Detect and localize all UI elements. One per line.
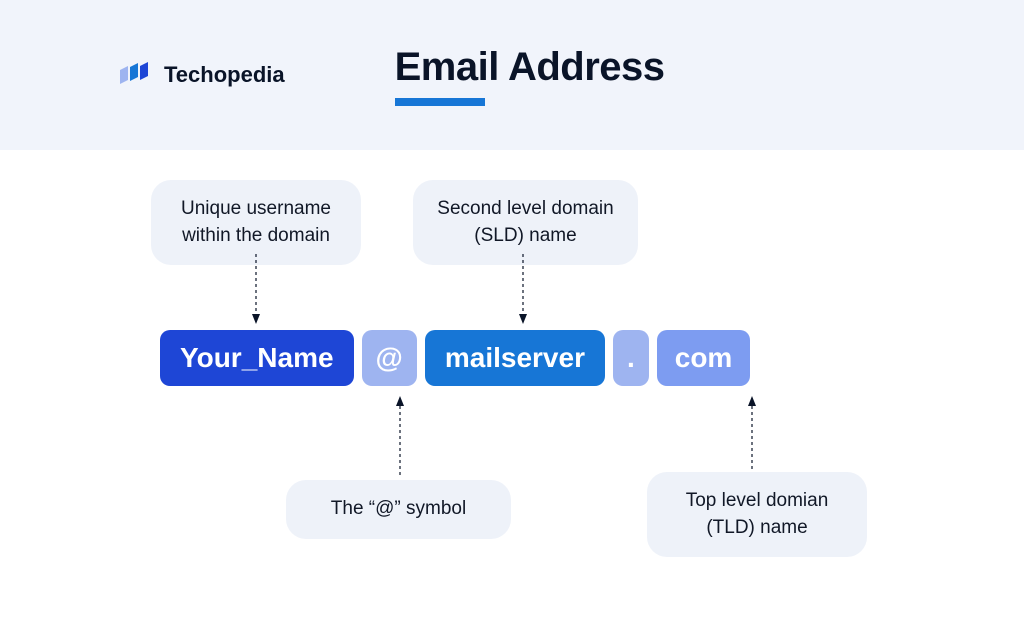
email-part-at-symbol: @ — [362, 330, 417, 386]
arrow-username-down — [251, 254, 261, 326]
email-part-dot: . — [613, 330, 649, 386]
arrow-sld-down — [518, 254, 528, 326]
label-tld: Top level domian (TLD) name — [647, 472, 867, 557]
brand-name: Techopedia — [164, 62, 285, 88]
email-part-tld: com — [657, 330, 751, 386]
arrow-at-up — [395, 396, 405, 478]
email-address-row: Your_Name @ mailserver . com — [160, 330, 750, 386]
title-underline — [395, 98, 485, 106]
header: Techopedia Email Address — [0, 0, 1024, 150]
email-part-mailserver: mailserver — [425, 330, 605, 386]
brand-logo: Techopedia — [120, 62, 285, 88]
arrow-tld-up — [747, 396, 757, 470]
logo-icon — [120, 62, 154, 88]
page-title: Email Address — [395, 45, 665, 90]
email-part-username: Your_Name — [160, 330, 354, 386]
label-username: Unique username within the domain — [151, 180, 361, 265]
title-block: Email Address — [395, 45, 665, 106]
label-sld: Second level domain (SLD) name — [413, 180, 638, 265]
diagram-canvas: Unique username within the domain Second… — [0, 150, 1024, 623]
label-at-symbol: The “@” symbol — [286, 480, 511, 539]
